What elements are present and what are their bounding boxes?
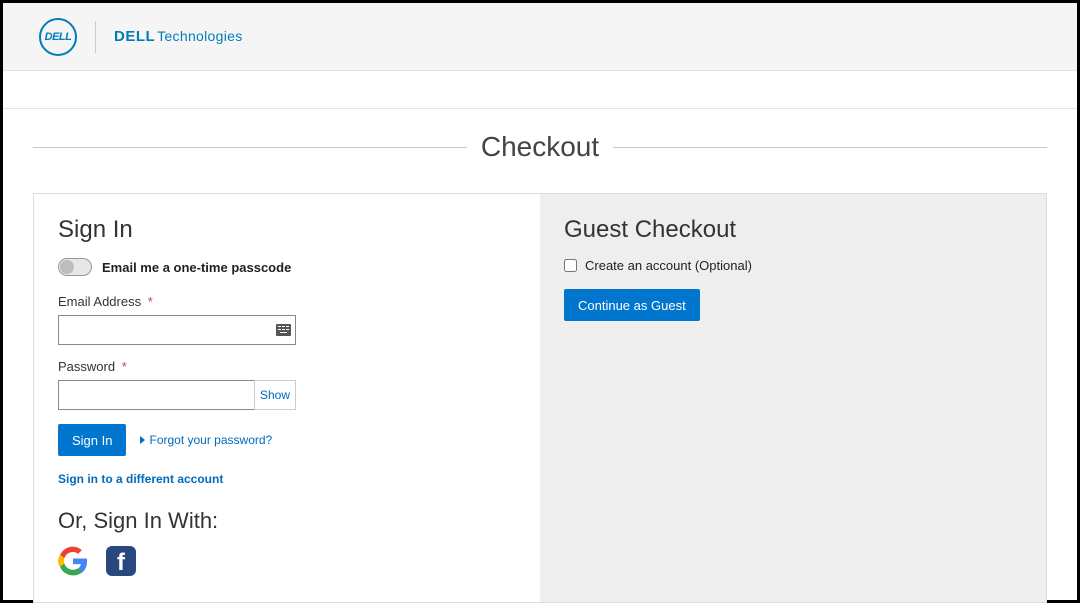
dell-logo-text: DELL: [45, 31, 72, 43]
otp-toggle[interactable]: [58, 258, 92, 276]
email-label-text: Email Address: [58, 294, 141, 309]
header-divider: [95, 21, 96, 53]
title-rule-left: [33, 147, 467, 148]
email-field-group: Email Address *: [58, 294, 516, 345]
or-signin-heading: Or, Sign In With:: [58, 508, 516, 534]
toggle-knob-icon: [60, 260, 74, 274]
page-title-row: Checkout: [33, 131, 1047, 163]
otp-toggle-row: Email me a one-time passcode: [58, 258, 516, 276]
dell-technologies-logo[interactable]: DELL Technologies: [114, 28, 243, 45]
chevron-right-icon: [140, 436, 145, 444]
keyboard-icon[interactable]: [276, 324, 291, 336]
password-label: Password *: [58, 359, 516, 374]
different-account-link[interactable]: Sign in to a different account: [58, 472, 223, 486]
email-input[interactable]: [58, 315, 296, 345]
google-icon: [58, 546, 88, 576]
signin-panel: Sign In Email me a one-time passcode Ema…: [34, 194, 540, 602]
email-label: Email Address *: [58, 294, 516, 309]
signin-button[interactable]: Sign In: [58, 424, 126, 456]
social-signin-row: f: [58, 546, 516, 576]
signin-actions: Sign In Forgot your password?: [58, 424, 516, 456]
brand-strong: DELL: [114, 28, 155, 45]
show-password-button[interactable]: Show: [254, 380, 296, 410]
signin-heading: Sign In: [58, 216, 516, 244]
create-account-row: Create an account (Optional): [564, 258, 1022, 273]
checkout-panels: Sign In Email me a one-time passcode Ema…: [33, 193, 1047, 603]
sub-header: [3, 71, 1077, 109]
required-mark: *: [148, 294, 153, 309]
guest-heading: Guest Checkout: [564, 216, 1022, 244]
create-account-checkbox[interactable]: [564, 259, 577, 272]
facebook-signin-button[interactable]: f: [106, 546, 136, 576]
dell-logo-icon[interactable]: DELL: [39, 18, 77, 56]
header: DELL DELL Technologies: [3, 3, 1077, 71]
email-input-wrap: [58, 315, 296, 345]
google-signin-button[interactable]: [58, 546, 88, 576]
continue-guest-button[interactable]: Continue as Guest: [564, 289, 700, 321]
forgot-password-link[interactable]: Forgot your password?: [140, 433, 272, 447]
title-rule-right: [613, 147, 1047, 148]
required-mark: *: [122, 359, 127, 374]
password-label-text: Password: [58, 359, 115, 374]
password-input[interactable]: [58, 380, 254, 410]
brand-light: Technologies: [157, 28, 242, 44]
guest-panel: Guest Checkout Create an account (Option…: [540, 194, 1046, 602]
otp-toggle-label: Email me a one-time passcode: [102, 260, 291, 275]
forgot-password-text: Forgot your password?: [149, 433, 272, 447]
password-field-group: Password * Show: [58, 359, 516, 410]
page-title: Checkout: [481, 131, 599, 163]
password-input-wrap: Show: [58, 380, 296, 410]
facebook-icon: f: [117, 551, 125, 575]
create-account-label: Create an account (Optional): [585, 258, 752, 273]
